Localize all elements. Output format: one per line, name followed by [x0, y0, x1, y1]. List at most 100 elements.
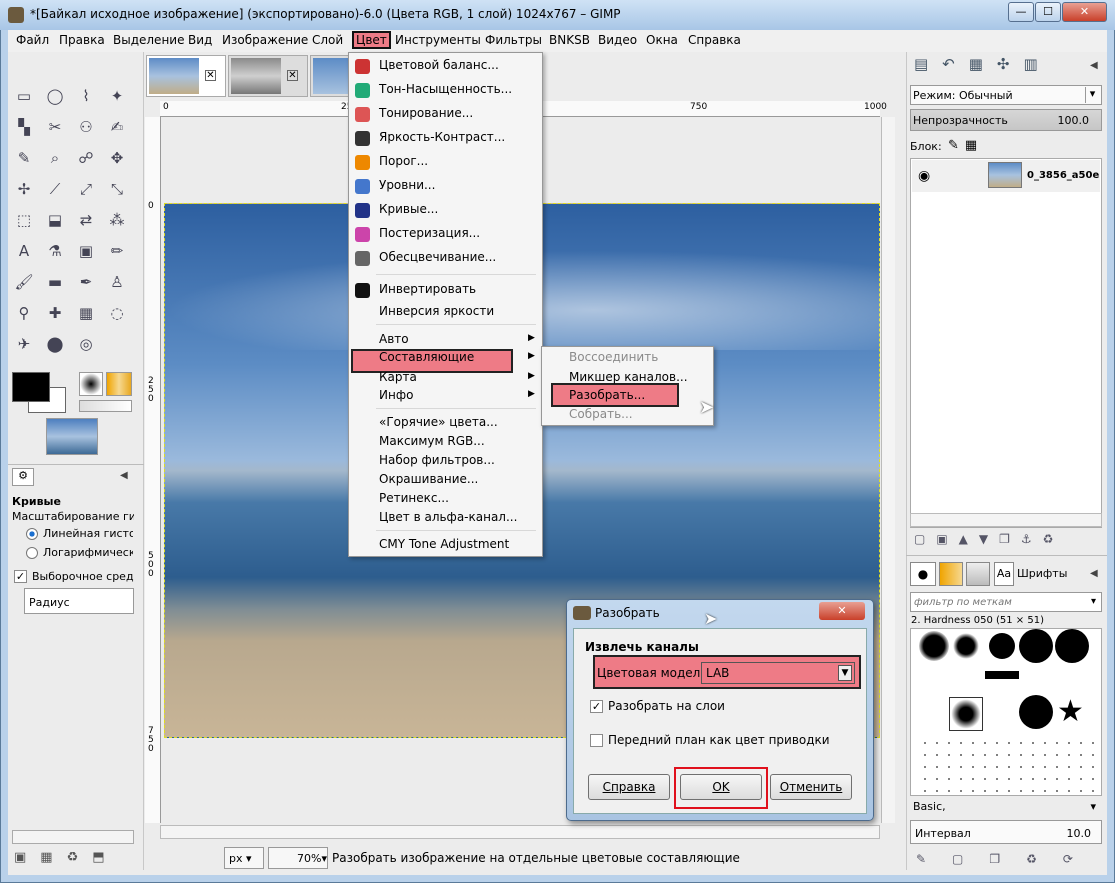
fonts-tab-label[interactable]: Шрифты: [1017, 567, 1067, 580]
spacing-slider[interactable]: Интервал 10.0: [910, 820, 1102, 844]
tool-icon-33[interactable]: ⬤: [44, 333, 66, 355]
menu-11[interactable]: Окна: [646, 33, 678, 47]
menu-5[interactable]: Слой: [312, 33, 343, 47]
color-menu-extra-3[interactable]: Окрашивание...: [379, 472, 478, 486]
menu-12[interactable]: Справка: [688, 33, 741, 47]
tool-icon-2[interactable]: ⌇: [75, 85, 97, 107]
horizontal-scrollbar[interactable]: [160, 825, 880, 839]
tool-icon-6[interactable]: ⚇: [75, 116, 97, 138]
radio-linear[interactable]: [26, 528, 38, 540]
tool-icon-14[interactable]: ⤢: [75, 178, 97, 200]
tool-icon-3[interactable]: ✦: [106, 85, 128, 107]
color-menu-item-7[interactable]: Постеризация...: [379, 226, 480, 240]
brush-item-selected[interactable]: [949, 697, 983, 731]
color-menu-item-5[interactable]: Уровни...: [379, 178, 435, 192]
value-invert-item[interactable]: Инверсия яркости: [379, 304, 494, 318]
tool-icon-30[interactable]: ▦: [75, 302, 97, 324]
layers-scrollbar[interactable]: [910, 513, 1102, 527]
color-menu-item-0[interactable]: Цветовой баланс...: [379, 58, 499, 72]
opacity-slider[interactable]: Непрозрачность 100.0: [910, 109, 1102, 131]
panel-menu-arrow-icon[interactable]: ◀: [1090, 60, 1098, 71]
color-menu-extra-2[interactable]: Набор фильтров...: [379, 453, 495, 467]
eye-icon[interactable]: ◉: [918, 168, 930, 184]
tool-icon-9[interactable]: ⌕: [44, 147, 66, 169]
menu-10[interactable]: Видео: [598, 33, 637, 47]
unit-select[interactable]: px ▾: [224, 847, 264, 869]
close-tab-icon[interactable]: ✕: [287, 70, 298, 81]
panel-menu-arrow-icon[interactable]: ◀: [1090, 568, 1098, 579]
tool-icon-21[interactable]: ⚗: [44, 240, 66, 262]
close-tab-icon[interactable]: ✕: [205, 70, 216, 81]
tool-icon-8[interactable]: ✎: [13, 147, 35, 169]
channel-mixer-item[interactable]: Микшер каналов...: [569, 370, 688, 384]
active-image-thumb[interactable]: [46, 418, 98, 455]
menu-0[interactable]: Файл: [16, 33, 49, 47]
maximize-button[interactable]: ☐: [1035, 2, 1061, 22]
invert-item[interactable]: Инвертировать: [379, 282, 476, 296]
tool-options-tab[interactable]: ⚙: [12, 468, 34, 486]
color-menu-item-6[interactable]: Кривые...: [379, 202, 438, 216]
tool-icon-11[interactable]: ✥: [106, 147, 128, 169]
star-brush-icon[interactable]: ★: [1057, 695, 1084, 729]
tool-icon-27[interactable]: ♙: [106, 271, 128, 293]
menu-4[interactable]: Изображение: [222, 33, 308, 47]
tool-icon-5[interactable]: ✂: [44, 116, 66, 138]
recompose-item[interactable]: Собрать...: [569, 407, 633, 421]
brush-item[interactable]: [953, 633, 979, 659]
tool-icon-19[interactable]: ⁂: [106, 209, 128, 231]
tool-icon-7[interactable]: ✍: [106, 116, 128, 138]
tool-icon-16[interactable]: ⬚: [13, 209, 35, 231]
color-submenu-2[interactable]: Карта: [379, 370, 417, 384]
lock-icons[interactable]: ✎▦: [948, 138, 983, 153]
patterns-tab[interactable]: [939, 562, 963, 586]
tool-icon-20[interactable]: A: [13, 240, 35, 262]
close-button[interactable]: ✕: [1062, 2, 1107, 22]
dialog-close-button[interactable]: ✕: [819, 602, 865, 620]
tool-icon-29[interactable]: ✚: [44, 302, 66, 324]
color-menu-extra-4[interactable]: Ретинекс...: [379, 491, 449, 505]
tool-icon-31[interactable]: ◌: [106, 302, 128, 324]
tool-icon-24[interactable]: 🖌: [13, 271, 35, 293]
color-menu-item-8[interactable]: Обесцвечивание...: [379, 250, 496, 264]
panel-menu-arrow-icon[interactable]: ◀: [120, 470, 128, 481]
layer-name[interactable]: 0_3856_a50e80: [1027, 170, 1099, 181]
tool-icon-4[interactable]: ▚: [13, 116, 35, 138]
brush-item[interactable]: [1019, 629, 1053, 663]
color-submenu-0[interactable]: Авто: [379, 332, 409, 346]
brushes-bottom-icons[interactable]: ✎▢❐♻⟳: [916, 852, 1102, 870]
layer-row[interactable]: ◉ 0_3856_a50e80: [912, 160, 1100, 192]
color-submenu-1[interactable]: Составляющие: [379, 350, 474, 364]
tool-icon-1[interactable]: ◯: [44, 85, 66, 107]
gradients-tab[interactable]: [966, 562, 990, 586]
brush-item[interactable]: [985, 671, 1019, 679]
layers-bottom-icons[interactable]: ▢▣▲▼❐⚓♻: [914, 532, 1102, 550]
foreground-registration-checkbox[interactable]: [590, 734, 603, 747]
color-menu-item-3[interactable]: Яркость-Контраст...: [379, 130, 505, 144]
menu-8[interactable]: Фильтры: [485, 33, 542, 47]
tag-filter-input[interactable]: фильтр по меткам ▾: [910, 592, 1102, 612]
color-menu-extra-0[interactable]: «Горячие» цвета...: [379, 415, 498, 429]
menu-1[interactable]: Правка: [59, 33, 105, 47]
color-menu-item-2[interactable]: Тонирование...: [379, 106, 473, 120]
vertical-scrollbar[interactable]: [881, 117, 895, 823]
brush-item[interactable]: [1019, 695, 1053, 729]
image-tab-1[interactable]: ✕: [146, 55, 226, 97]
color-menu-extra-1[interactable]: Максимум RGB...: [379, 434, 485, 448]
toolbox-scrollbar[interactable]: [12, 830, 134, 844]
color-menu-extra-5[interactable]: Цвет в альфа-канал...: [379, 510, 517, 524]
tool-icon-15[interactable]: ⤡: [106, 178, 128, 200]
tool-icon-17[interactable]: ⬓: [44, 209, 66, 231]
layers-tabs[interactable]: ▤↶▦✣▥: [910, 55, 1070, 81]
tool-icon-22[interactable]: ▣: [75, 240, 97, 262]
tool-icon-32[interactable]: ✈: [13, 333, 35, 355]
decompose-item[interactable]: Разобрать...: [569, 388, 645, 402]
fonts-tab-icon[interactable]: Aa: [994, 562, 1014, 586]
tool-icon-18[interactable]: ⇄: [75, 209, 97, 231]
mode-select[interactable]: Режим: Обычный ▾: [910, 85, 1102, 105]
brush-item[interactable]: [989, 633, 1015, 659]
menu-3[interactable]: Вид: [188, 33, 212, 47]
brushes-grid[interactable]: ★: [910, 628, 1102, 796]
tool-icon-25[interactable]: ▬: [44, 271, 66, 293]
cmy-tone-item[interactable]: CMY Tone Adjustment: [379, 537, 509, 551]
color-menu-item-4[interactable]: Порог...: [379, 154, 428, 168]
